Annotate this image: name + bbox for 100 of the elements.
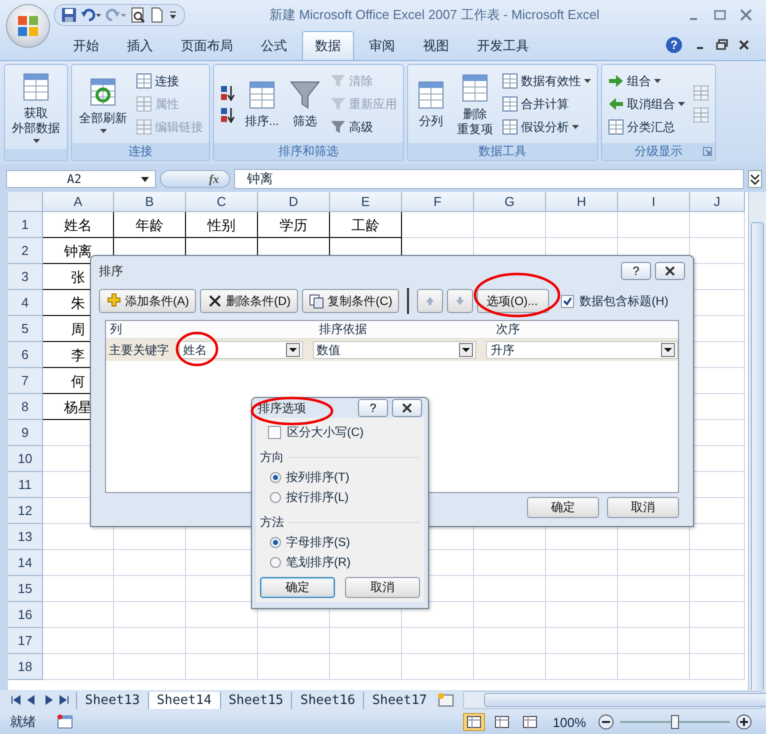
radio-button[interactable] — [270, 472, 281, 483]
row-header[interactable]: 9 — [8, 420, 43, 446]
row-header[interactable]: 17 — [8, 628, 43, 654]
ribbon-button[interactable]: 全部刷新 — [76, 72, 130, 136]
help-button[interactable]: ? — [358, 399, 388, 417]
column-header[interactable]: H — [546, 192, 618, 212]
formula-field[interactable]: 钟离 — [234, 169, 744, 189]
ribbon-button[interactable]: 连接 — [134, 70, 205, 92]
zoom-out-icon[interactable] — [598, 714, 614, 730]
move-up-button[interactable] — [417, 289, 444, 313]
zoom-level[interactable]: 100% — [552, 714, 586, 730]
sheet-tab[interactable]: Sheet15 — [220, 692, 292, 708]
row-header[interactable]: 10 — [8, 446, 43, 472]
row-header[interactable]: 7 — [8, 368, 43, 394]
ribbon-button[interactable]: 取消组合 — [606, 94, 688, 114]
ribbon-tab[interactable]: 开始 — [60, 31, 112, 60]
row-header[interactable]: 15 — [8, 576, 43, 602]
ribbon-button[interactable]: 假设分析 — [500, 116, 594, 138]
ribbon-button[interactable]: 数据有效性 — [500, 70, 594, 92]
radio-button[interactable] — [270, 557, 281, 568]
row-header[interactable]: 1 — [8, 212, 43, 238]
macro-record-icon[interactable] — [56, 714, 74, 730]
ribbon-tab[interactable]: 视图 — [410, 31, 462, 60]
row-header[interactable]: 18 — [8, 654, 43, 680]
ribbon-tab[interactable]: 数据 — [302, 31, 354, 60]
checkbox[interactable] — [560, 294, 574, 308]
new-document-icon[interactable] — [149, 7, 165, 23]
office-button[interactable] — [6, 4, 50, 48]
section-title: 方法 — [260, 514, 284, 531]
dialog-button[interactable]: 取消 — [607, 497, 679, 518]
sheet-tab[interactable]: Sheet14 — [148, 692, 220, 708]
ribbon-button[interactable]: 删除 重复项 — [454, 68, 496, 140]
slider-thumb[interactable] — [671, 715, 679, 729]
sheet-tab[interactable]: Sheet17 — [363, 692, 435, 708]
toolbar-button[interactable]: 删除条件(D) — [200, 289, 298, 313]
help-button[interactable]: ? — [621, 262, 651, 280]
row-header[interactable]: 11 — [8, 472, 43, 498]
ribbon-button[interactable]: 分列 — [412, 75, 450, 133]
table-cell — [186, 654, 258, 680]
row-header[interactable]: 4 — [8, 290, 43, 316]
row-header[interactable]: 13 — [8, 524, 43, 550]
restore-icon[interactable] — [714, 37, 730, 53]
ribbon-button[interactable]: 高级 — [328, 116, 400, 138]
ribbon-button[interactable]: 分类汇总 — [606, 116, 688, 138]
toolbar-button[interactable]: 复制条件(C) — [302, 289, 400, 313]
order-dropdown[interactable]: 升序 — [486, 341, 678, 359]
dialog-button[interactable]: 取消 — [345, 577, 420, 598]
radio-button[interactable] — [270, 537, 281, 548]
column-header[interactable]: A — [43, 192, 114, 212]
vertical-scrollbar[interactable] — [748, 192, 766, 690]
close-button[interactable] — [392, 399, 422, 417]
view-button[interactable] — [462, 713, 485, 731]
sheet-tab[interactable]: Sheet16 — [291, 692, 364, 708]
function-button[interactable]: fx — [160, 170, 230, 188]
ribbon-button[interactable]: 获取 外部数据 — [9, 67, 63, 147]
expand-icon[interactable] — [748, 170, 762, 188]
column-header[interactable]: C — [186, 192, 258, 212]
row-header[interactable]: 14 — [8, 550, 43, 576]
print-preview-icon[interactable] — [130, 7, 146, 23]
checkbox[interactable] — [268, 426, 281, 439]
ribbon-tab[interactable]: 插入 — [114, 31, 166, 60]
row-header[interactable]: 8 — [8, 394, 43, 420]
column-header[interactable]: E — [330, 192, 402, 212]
column-header[interactable]: B — [114, 192, 186, 212]
undo-icon[interactable] — [80, 7, 102, 23]
row-header[interactable]: 2 — [8, 238, 43, 264]
save-icon[interactable] — [61, 7, 77, 23]
ribbon-button[interactable]: 排序... — [242, 75, 282, 133]
row-header[interactable]: 6 — [8, 342, 43, 368]
dialog-button[interactable]: 确定 — [527, 497, 599, 518]
sheet-tab[interactable]: Sheet13 — [76, 692, 148, 708]
move-down-button[interactable] — [447, 289, 474, 313]
toolbar-button[interactable]: 添加条件(A) — [99, 289, 196, 313]
ribbon-tab[interactable]: 页面布局 — [168, 31, 246, 60]
table-cell — [546, 654, 618, 680]
column-header[interactable]: J — [690, 192, 745, 212]
dialog-launcher-icon[interactable] — [703, 147, 712, 156]
help-button[interactable]: ? — [666, 37, 682, 53]
ribbon-tab[interactable]: 审阅 — [356, 31, 408, 60]
ribbon-tab[interactable]: 公式 — [248, 31, 300, 60]
radio-button[interactable] — [270, 492, 281, 503]
column-dropdown[interactable]: 姓名 — [178, 341, 303, 359]
ribbon-button[interactable]: 筛选 — [286, 75, 324, 133]
column-header[interactable]: D — [258, 192, 330, 212]
row-header[interactable]: 3 — [8, 264, 43, 290]
zoom-in-icon[interactable] — [736, 714, 752, 730]
column-header[interactable]: F — [402, 192, 474, 212]
sort-on-dropdown[interactable]: 数值 — [312, 341, 476, 359]
dialog-button[interactable]: 确定 — [260, 577, 335, 598]
column-header[interactable]: I — [618, 192, 690, 212]
ribbon-button[interactable]: 合并计算 — [500, 94, 594, 114]
row-header[interactable]: 5 — [8, 316, 43, 342]
row-header[interactable]: 12 — [8, 498, 43, 524]
name-box[interactable]: A2 — [6, 170, 156, 188]
options-button[interactable]: 选项(O)... — [477, 289, 549, 313]
ribbon-button[interactable]: 组合 — [606, 70, 688, 92]
row-header[interactable]: 16 — [8, 602, 43, 628]
ribbon-tab[interactable]: 开发工具 — [464, 31, 542, 60]
column-header[interactable]: G — [474, 192, 546, 212]
close-button[interactable] — [655, 262, 685, 280]
